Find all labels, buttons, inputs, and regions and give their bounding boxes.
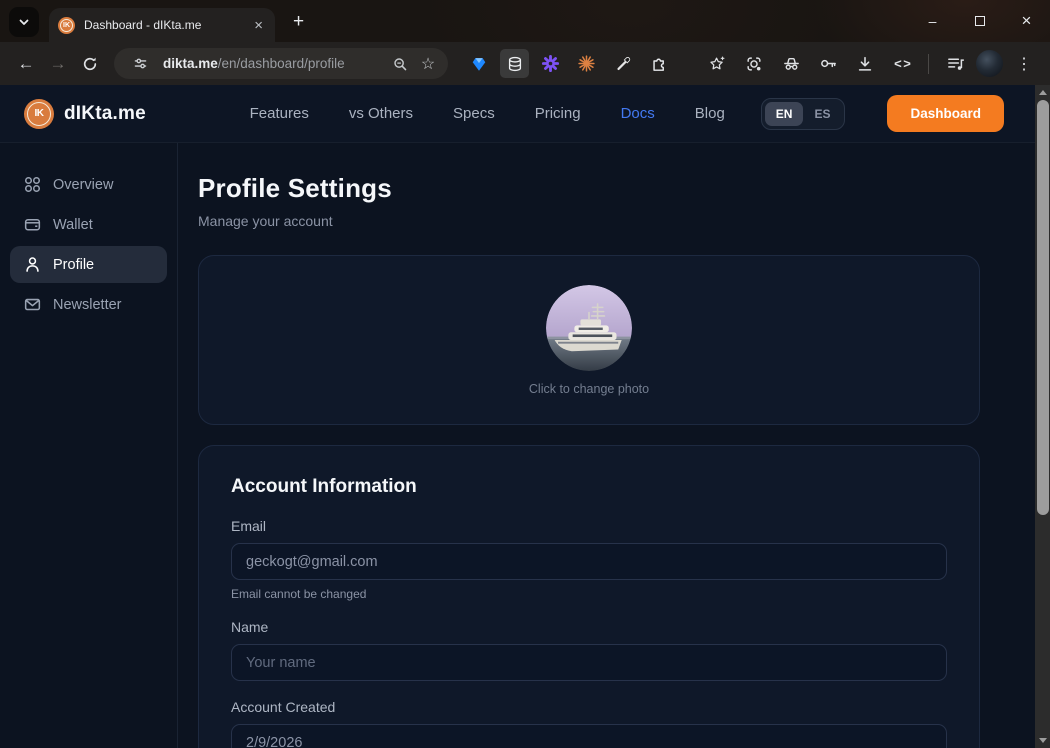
- name-field[interactable]: [231, 644, 947, 681]
- dashboard-button[interactable]: Dashboard: [887, 95, 1004, 132]
- tab-strip: IK Dashboard - dIKta.me × + – ×: [0, 0, 1050, 42]
- new-tab-button[interactable]: +: [287, 10, 310, 34]
- page-subtitle: Manage your account: [198, 213, 980, 229]
- account-created-field[interactable]: [231, 724, 947, 748]
- maximize-icon: [975, 16, 985, 26]
- media-queue-button[interactable]: [939, 48, 971, 80]
- address-bar[interactable]: dikta.me/en/dashboard/profile ☆: [114, 48, 448, 79]
- name-label: Name: [231, 619, 947, 635]
- lang-option-es[interactable]: ES: [803, 102, 841, 126]
- url-path: /en/dashboard/profile: [218, 56, 345, 71]
- nav-link-vs-others[interactable]: vs Others: [349, 105, 413, 122]
- main-content: Profile Settings Manage your account: [178, 143, 1050, 748]
- browser-menu-button[interactable]: ⋮: [1008, 48, 1040, 80]
- reload-icon: [82, 56, 98, 72]
- database-extension-icon[interactable]: [500, 49, 529, 78]
- window-controls: – ×: [909, 0, 1050, 42]
- browser-toolbar: ← → dikta.me/en/dashboard/profile ☆: [0, 42, 1050, 85]
- starburst-extension-icon[interactable]: [572, 49, 601, 78]
- zoom-icon[interactable]: [386, 50, 414, 78]
- scrollbar-thumb[interactable]: [1037, 100, 1049, 515]
- incognito-icon: [782, 54, 801, 73]
- account-info-card: Account Information Email Email cannot b…: [198, 445, 980, 748]
- back-button[interactable]: ←: [10, 48, 42, 80]
- nav-link-docs[interactable]: Docs: [621, 105, 655, 122]
- tab-search-button[interactable]: [9, 7, 39, 37]
- bookmark-star-icon[interactable]: ☆: [414, 50, 442, 78]
- site-body: Overview Wallet Profile Newsletter: [0, 143, 1050, 748]
- browser-tab[interactable]: IK Dashboard - dIKta.me ×: [49, 8, 275, 42]
- envelope-icon: [23, 295, 42, 314]
- sidebar-item-newsletter[interactable]: Newsletter: [10, 286, 167, 323]
- bookmark-sparkle-button[interactable]: [701, 48, 733, 80]
- extensions-puzzle-icon[interactable]: [644, 49, 673, 78]
- nav-link-features[interactable]: Features: [250, 105, 309, 122]
- change-photo-caption: Click to change photo: [529, 382, 649, 396]
- playlist-music-icon: [946, 54, 965, 73]
- grid-icon: [23, 175, 42, 194]
- sidebar: Overview Wallet Profile Newsletter: [0, 143, 178, 748]
- page-title: Profile Settings: [198, 173, 980, 204]
- profile-avatar[interactable]: [546, 285, 632, 371]
- email-note: Email cannot be changed: [231, 587, 947, 601]
- lens-search-button[interactable]: [738, 48, 770, 80]
- forward-button[interactable]: →: [42, 48, 74, 80]
- sidebar-item-label: Profile: [53, 257, 94, 273]
- email-field[interactable]: [231, 543, 947, 580]
- gear-extension-icon[interactable]: [536, 49, 565, 78]
- password-manager-button[interactable]: [812, 48, 844, 80]
- sidebar-item-label: Wallet: [53, 217, 93, 233]
- nav-link-blog[interactable]: Blog: [695, 105, 725, 122]
- sidebar-item-wallet[interactable]: Wallet: [10, 206, 167, 243]
- site-nav: Features vs Others Specs Pricing Docs Bl…: [250, 105, 725, 122]
- browser-profile-avatar[interactable]: [976, 50, 1003, 77]
- browser-window: IK Dashboard - dIKta.me × + – × ← → dikt…: [0, 0, 1050, 85]
- devtools-button[interactable]: < >: [886, 48, 918, 80]
- incognito-button[interactable]: [775, 48, 807, 80]
- person-icon: [23, 255, 42, 274]
- download-icon: [856, 55, 874, 73]
- site-header: IK dIKta.me Features vs Others Specs Pri…: [0, 85, 1050, 143]
- toolbar-divider: [928, 54, 929, 74]
- email-label: Email: [231, 518, 947, 534]
- nav-link-pricing[interactable]: Pricing: [535, 105, 581, 122]
- scrollbar-down-arrow[interactable]: [1035, 733, 1050, 748]
- url-domain: dikta.me: [163, 56, 218, 71]
- close-window-button[interactable]: ×: [1003, 0, 1050, 42]
- maximize-button[interactable]: [956, 0, 1003, 42]
- extensions-group: [464, 49, 673, 78]
- sidebar-item-label: Overview: [53, 177, 113, 193]
- toolbar-right-group: < > ⋮: [701, 48, 1040, 80]
- tab-title: Dashboard - dIKta.me: [84, 18, 251, 32]
- yacht-photo: [546, 285, 632, 371]
- sidebar-item-label: Newsletter: [53, 297, 122, 313]
- site-settings-icon[interactable]: [126, 50, 154, 78]
- tab-close-icon[interactable]: ×: [251, 17, 266, 34]
- scrollbar-up-arrow[interactable]: [1035, 85, 1050, 100]
- site-favicon-icon: IK: [58, 17, 75, 34]
- page-scrollbar: [1035, 85, 1050, 748]
- star-sparkle-icon: [708, 55, 726, 73]
- nav-link-specs[interactable]: Specs: [453, 105, 495, 122]
- reload-button[interactable]: [74, 48, 106, 80]
- eyedropper-extension-icon[interactable]: [608, 49, 637, 78]
- sidebar-item-overview[interactable]: Overview: [10, 166, 167, 203]
- sidebar-item-profile[interactable]: Profile: [10, 246, 167, 283]
- account-info-title: Account Information: [231, 476, 947, 498]
- brand-name: dIKta.me: [64, 103, 146, 125]
- account-created-label: Account Created: [231, 699, 947, 715]
- minimize-button[interactable]: –: [909, 0, 956, 42]
- site-page: IK dIKta.me Features vs Others Specs Pri…: [0, 85, 1050, 748]
- wallet-icon: [23, 215, 42, 234]
- gem-extension-icon[interactable]: [464, 49, 493, 78]
- url-text[interactable]: dikta.me/en/dashboard/profile: [163, 56, 386, 71]
- lang-option-en[interactable]: EN: [765, 102, 804, 126]
- downloads-button[interactable]: [849, 48, 881, 80]
- key-icon: [819, 54, 838, 73]
- language-toggle: EN ES: [761, 98, 846, 130]
- chevron-down-icon: [17, 15, 31, 29]
- photo-card: Click to change photo: [198, 255, 980, 425]
- brand-logo-icon[interactable]: IK: [24, 99, 54, 129]
- lens-icon: [745, 55, 763, 73]
